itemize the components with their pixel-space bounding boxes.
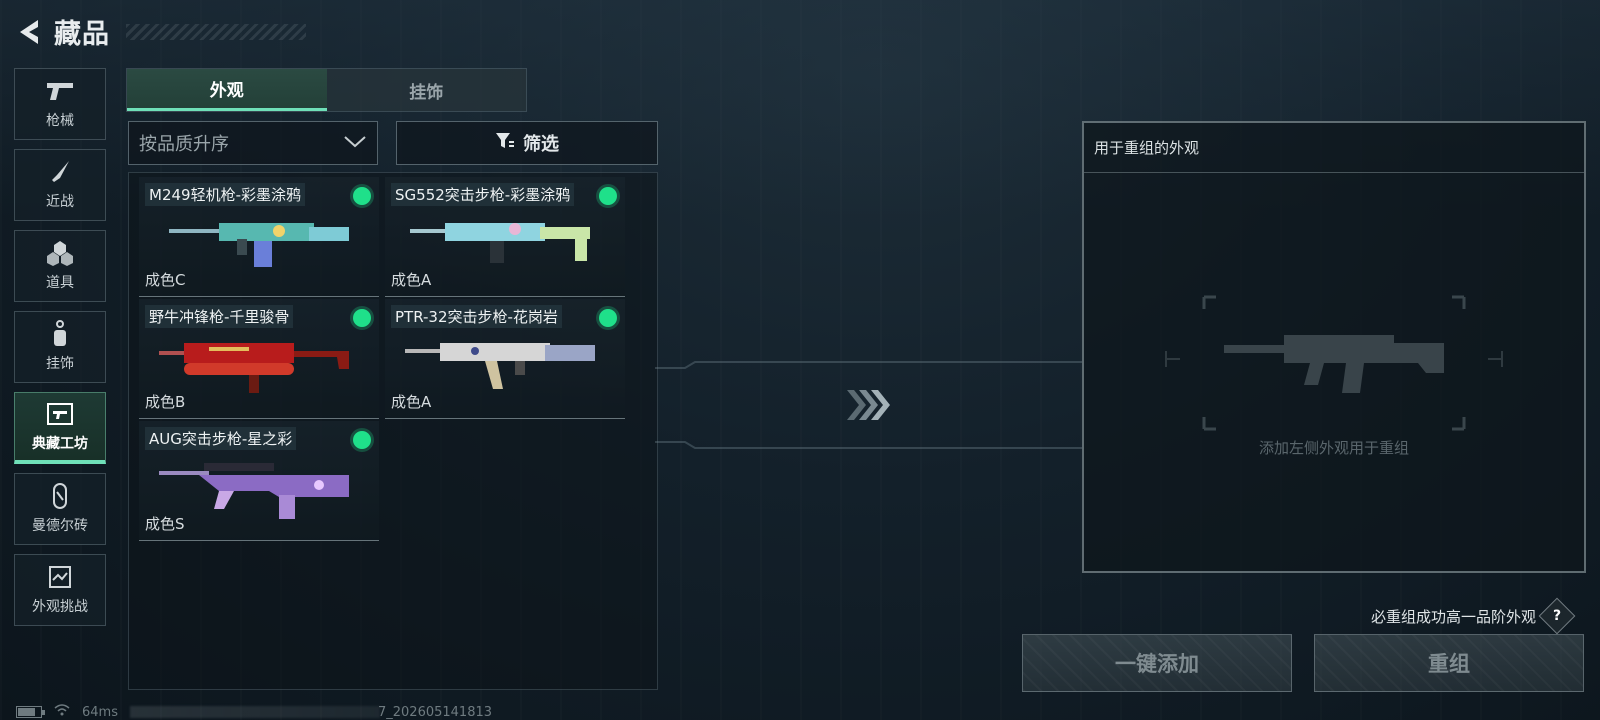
owned-status-dot — [353, 309, 371, 327]
sidebar-item-melee[interactable]: 近战 — [14, 149, 106, 221]
wifi-icon — [54, 704, 70, 720]
battery-icon — [16, 706, 45, 718]
pistol-icon — [45, 78, 75, 104]
skin-card-bizon[interactable]: 野牛冲锋枪-千里骏骨 成色B — [139, 299, 379, 419]
item-grade: 成色B — [145, 393, 186, 411]
filter-icon — [495, 132, 515, 155]
skin-card-sg552[interactable]: SG552突击步枪-彩墨涂鸦 成色A — [385, 177, 625, 297]
item-grade: 成色C — [145, 271, 186, 289]
sidebar-item-label: 道具 — [46, 275, 74, 291]
help-icon[interactable]: ? — [1538, 597, 1576, 635]
ping-value: 64ms — [82, 704, 118, 720]
items-grid: M249轻机枪-彩墨涂鸦 成色C SG552突击步枪-彩墨涂鸦 成色A 野牛冲锋… — [128, 172, 658, 690]
skin-card-aug[interactable]: AUG突击步枪-星之彩 成色S — [139, 421, 379, 541]
tab-charms[interactable]: 挂饰 — [326, 69, 526, 111]
brick-icon — [45, 483, 75, 509]
sidebar-item-guns[interactable]: 枪械 — [14, 68, 106, 140]
item-name: PTR-32突击步枪-花岗岩 — [391, 305, 562, 328]
sidebar-item-charms[interactable]: 挂饰 — [14, 311, 106, 383]
grenade-icon — [45, 240, 75, 266]
sidebar-item-label: 外观挑战 — [32, 599, 88, 615]
sidebar-item-skin-challenge[interactable]: 外观挑战 — [14, 554, 106, 626]
bizon-gun-image — [159, 343, 349, 393]
sort-selected-value: 按品质升序 — [139, 134, 229, 155]
owned-status-dot — [599, 187, 617, 205]
sidebar-item-label: 挂饰 — [46, 356, 74, 372]
sidebar-item-label: 典藏工坊 — [32, 435, 88, 452]
rifle-silhouette-icon — [1165, 295, 1503, 431]
recombine-panel: 用于重组的外观 添加左侧外观用于重组 — [1082, 121, 1586, 573]
header: 藏品 — [14, 12, 306, 51]
ptr32-gun-image — [405, 343, 595, 389]
owned-status-dot — [353, 431, 371, 449]
item-name: M249轻机枪-彩墨涂鸦 — [145, 183, 305, 206]
sidebar-item-workshop[interactable]: 典藏工坊 — [14, 392, 106, 464]
add-all-button[interactable]: 一键添加 — [1022, 634, 1292, 692]
page-title: 藏品 — [54, 19, 110, 50]
sidebar-item-label: 枪械 — [46, 113, 74, 129]
guarantee-note: 必重组成功高一品阶外观 ? — [1370, 597, 1576, 635]
filter-label: 筛选 — [523, 134, 559, 155]
tab-bar: 外观 挂饰 — [126, 68, 527, 112]
chevron-down-icon — [343, 133, 367, 154]
item-grade: 成色A — [391, 271, 432, 289]
sort-dropdown[interactable]: 按品质升序 — [128, 121, 378, 165]
owned-status-dot — [599, 309, 617, 327]
owned-status-dot — [353, 187, 371, 205]
workshop-icon — [45, 401, 75, 427]
charm-icon — [45, 320, 75, 347]
challenge-icon — [45, 564, 75, 590]
triple-chevron-right-icon — [845, 388, 893, 426]
item-name: AUG突击步枪-星之彩 — [145, 427, 297, 450]
recombine-panel-title: 用于重组的外观 — [1084, 123, 1584, 173]
guarantee-text: 必重组成功高一品阶外观 — [1370, 607, 1536, 626]
recombine-button[interactable]: 重组 — [1314, 634, 1584, 692]
skin-card-m249[interactable]: M249轻机枪-彩墨涂鸦 成色C — [139, 177, 379, 297]
empty-slot-hint: 添加左侧外观用于重组 — [1258, 439, 1409, 457]
tab-appearance[interactable]: 外观 — [127, 69, 327, 111]
m249-gun-image — [169, 223, 349, 267]
item-grade: 成色A — [391, 393, 432, 411]
sidebar-item-label: 近战 — [46, 194, 74, 210]
redacted-text — [129, 706, 380, 718]
add-all-label: 一键添加 — [1115, 652, 1199, 676]
status-bar: 64ms 7_202605141813 — [16, 704, 492, 720]
sidebar-item-props[interactable]: 道具 — [14, 230, 106, 302]
knife-icon — [45, 159, 75, 185]
back-arrow-icon[interactable] — [14, 15, 44, 49]
empty-slot[interactable] — [1084, 293, 1584, 437]
build-id: 7_202605141813 — [377, 704, 493, 720]
recombine-label: 重组 — [1428, 652, 1470, 676]
sidebar-item-mandel-brick[interactable]: 曼德尔砖 — [14, 473, 106, 545]
item-name: 野牛冲锋枪-千里骏骨 — [145, 305, 294, 328]
side-nav: 枪械 近战 道具 挂饰 典藏工坊 曼德尔砖 外观挑战 — [14, 68, 106, 635]
skin-card-ptr32[interactable]: PTR-32突击步枪-花岗岩 成色A — [385, 299, 625, 419]
sidebar-item-label: 曼德尔砖 — [32, 518, 88, 534]
sg552-gun-image — [410, 223, 590, 263]
item-name: SG552突击步枪-彩墨涂鸦 — [391, 183, 575, 206]
aug-gun-image — [159, 463, 349, 519]
item-grade: 成色S — [145, 515, 185, 533]
title-decoration — [126, 23, 306, 40]
filter-button[interactable]: 筛选 — [396, 121, 658, 165]
